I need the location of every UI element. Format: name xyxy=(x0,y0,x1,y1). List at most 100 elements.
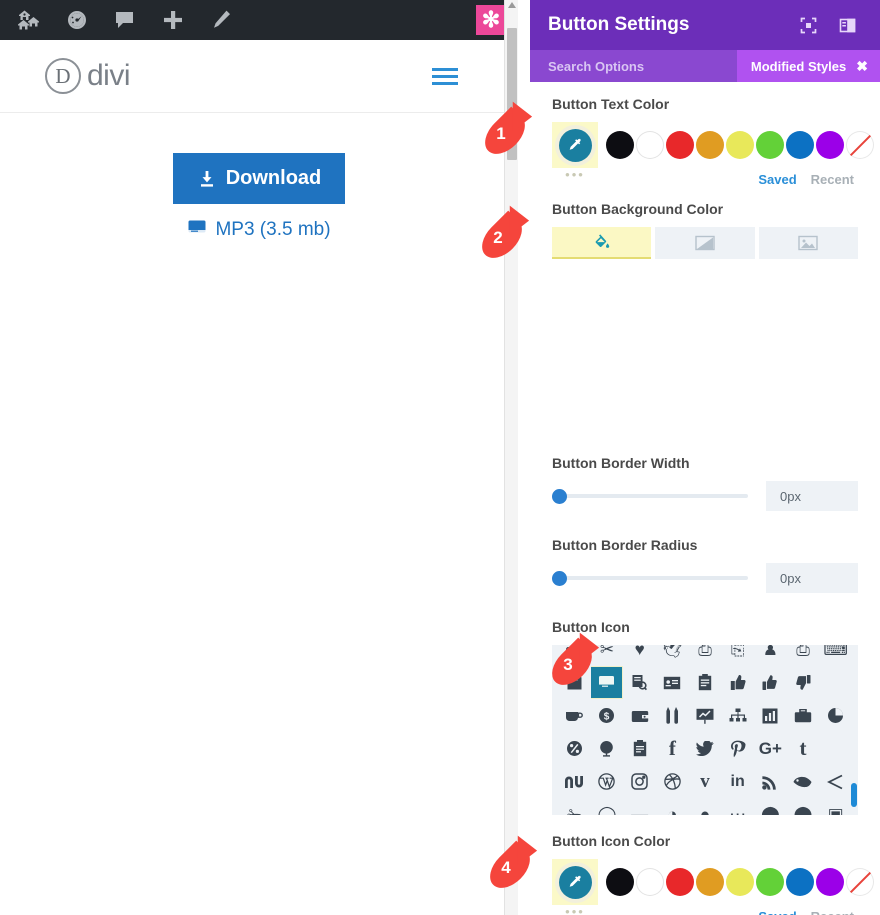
pie-shield-icon[interactable] xyxy=(819,699,852,732)
circle3-icon[interactable]: ⬤ xyxy=(787,798,820,816)
inbox-out-icon[interactable]: ⎙ xyxy=(689,645,722,666)
scroll-up-arrow-icon[interactable] xyxy=(508,2,516,8)
swatch-black[interactable] xyxy=(606,868,634,896)
percent-circle-icon[interactable] xyxy=(558,732,591,765)
inbox-in-icon[interactable]: ⎘ xyxy=(721,645,754,666)
pencil-edit-icon[interactable] xyxy=(208,7,234,33)
swatch-green[interactable] xyxy=(756,131,784,159)
tab-solid-color[interactable] xyxy=(552,227,652,259)
swatch-white[interactable] xyxy=(636,131,664,159)
rss-icon[interactable] xyxy=(754,765,787,798)
slider-knob[interactable] xyxy=(552,571,567,586)
minus-icon[interactable]: ▬ xyxy=(623,798,656,816)
swatch-none[interactable] xyxy=(846,131,874,159)
swatch-orange[interactable] xyxy=(696,131,724,159)
swatch-purple[interactable] xyxy=(816,131,844,159)
search-input[interactable]: Search Options xyxy=(530,59,644,74)
icon-grid-scroll-thumb[interactable] xyxy=(851,783,857,807)
recent-colors-link[interactable]: Recent xyxy=(811,909,854,915)
thumbs-up-icon[interactable] xyxy=(754,666,787,699)
search-list-icon[interactable] xyxy=(623,666,656,699)
modified-styles-badge[interactable]: Modified Styles ✖ xyxy=(736,50,880,82)
clipboard-icon[interactable] xyxy=(623,732,656,765)
stumbleupon-icon[interactable] xyxy=(558,765,591,798)
plus-new-icon[interactable] xyxy=(160,7,186,33)
drop-icon[interactable]: ◓ xyxy=(689,798,722,816)
dots-icon[interactable]: ⋯ xyxy=(721,798,754,816)
swatch-red[interactable] xyxy=(666,131,694,159)
download-meta[interactable]: MP3 (3.5 mb) xyxy=(0,218,518,242)
swatch-blue[interactable] xyxy=(786,868,814,896)
tumblr-icon[interactable]: t xyxy=(787,732,820,765)
border-width-input[interactable]: 0px xyxy=(766,481,858,511)
tab-gradient[interactable] xyxy=(655,227,755,259)
linkedin-icon[interactable]: in xyxy=(721,765,754,798)
focus-target-icon[interactable] xyxy=(800,17,817,34)
vimeo-icon[interactable]: v xyxy=(689,765,722,798)
window-icon[interactable]: ▣ xyxy=(819,798,852,816)
sitemap-icon[interactable] xyxy=(721,699,754,732)
icon-color-more-options[interactable]: ••• xyxy=(552,905,598,915)
swatch-yellow[interactable] xyxy=(726,868,754,896)
comment-bubble-icon[interactable] xyxy=(112,7,138,33)
pen-tools-icon[interactable] xyxy=(656,699,689,732)
briefcase-icon[interactable] xyxy=(787,699,820,732)
slider-knob[interactable] xyxy=(552,489,567,504)
bar-chart-icon[interactable] xyxy=(754,699,787,732)
dribbble-icon[interactable] xyxy=(656,765,689,798)
coffee-cup-icon[interactable] xyxy=(558,699,591,732)
download-button[interactable]: Download xyxy=(172,153,346,204)
swatch-none[interactable] xyxy=(846,868,874,896)
swatch-orange[interactable] xyxy=(696,868,724,896)
id-badge-icon[interactable] xyxy=(689,666,722,699)
dollar-circle-icon[interactable]: $ xyxy=(591,699,624,732)
globe-icon[interactable] xyxy=(591,732,624,765)
facebook-icon[interactable]: f xyxy=(656,732,689,765)
text-color-more-options[interactable]: ••• xyxy=(552,168,598,181)
swatch-green[interactable] xyxy=(756,868,784,896)
border-width-slider[interactable] xyxy=(552,487,748,505)
swatch-blue[interactable] xyxy=(786,131,814,159)
printer-icon[interactable]: ⎙ xyxy=(787,645,820,666)
swatch-red[interactable] xyxy=(666,868,694,896)
swatch-black[interactable] xyxy=(606,131,634,159)
feather-icon[interactable] xyxy=(787,765,820,798)
circle2-icon[interactable]: ⬤ xyxy=(754,798,787,816)
instagram-icon[interactable] xyxy=(623,765,656,798)
wordpress-home-icon[interactable] xyxy=(16,7,42,33)
twitter-icon[interactable] xyxy=(689,732,722,765)
circle-icon[interactable]: ◯ xyxy=(591,798,624,816)
cut-icon[interactable]: ✁ xyxy=(558,798,591,816)
icon-color-picker-button[interactable]: ••• xyxy=(552,859,598,915)
swatch-purple[interactable] xyxy=(816,868,844,896)
presentation-chart-icon[interactable] xyxy=(689,699,722,732)
keyboard-icon[interactable]: ⌨ xyxy=(819,645,852,666)
wallet-icon[interactable] xyxy=(623,699,656,732)
pinterest-icon[interactable] xyxy=(721,732,754,765)
saved-colors-link[interactable]: Saved xyxy=(758,909,796,915)
swatch-white[interactable] xyxy=(636,868,664,896)
google-plus-icon[interactable]: G+ xyxy=(754,732,787,765)
share-icon[interactable] xyxy=(819,765,852,798)
icon-grid-scrollbar[interactable] xyxy=(851,645,857,815)
address-card-icon[interactable] xyxy=(656,666,689,699)
hamburger-menu-icon[interactable] xyxy=(432,67,458,85)
tab-image[interactable] xyxy=(758,227,858,259)
thumbs-up-alt-icon[interactable] xyxy=(721,666,754,699)
close-icon[interactable]: ✖ xyxy=(856,58,868,75)
dashboard-speedometer-icon[interactable] xyxy=(64,7,90,33)
swatch-yellow[interactable] xyxy=(726,131,754,159)
person-icon[interactable]: ♟ xyxy=(754,645,787,666)
bird-icon[interactable]: 🕊 xyxy=(656,645,689,666)
pie-icon[interactable]: ◕ xyxy=(656,798,689,816)
border-radius-slider[interactable] xyxy=(552,569,748,587)
text-color-picker-button[interactable]: ••• xyxy=(552,122,598,181)
border-radius-input[interactable]: 0px xyxy=(766,563,858,593)
recent-colors-link[interactable]: Recent xyxy=(811,172,854,187)
thumbs-down-icon[interactable] xyxy=(787,666,820,699)
panel-layout-icon[interactable] xyxy=(839,17,856,34)
divi-logo[interactable]: D divi xyxy=(45,58,131,94)
plugin-star-badge[interactable]: ✻ xyxy=(476,5,506,35)
heart-filled-icon[interactable]: ♥ xyxy=(623,645,656,666)
saved-colors-link[interactable]: Saved xyxy=(758,172,796,187)
